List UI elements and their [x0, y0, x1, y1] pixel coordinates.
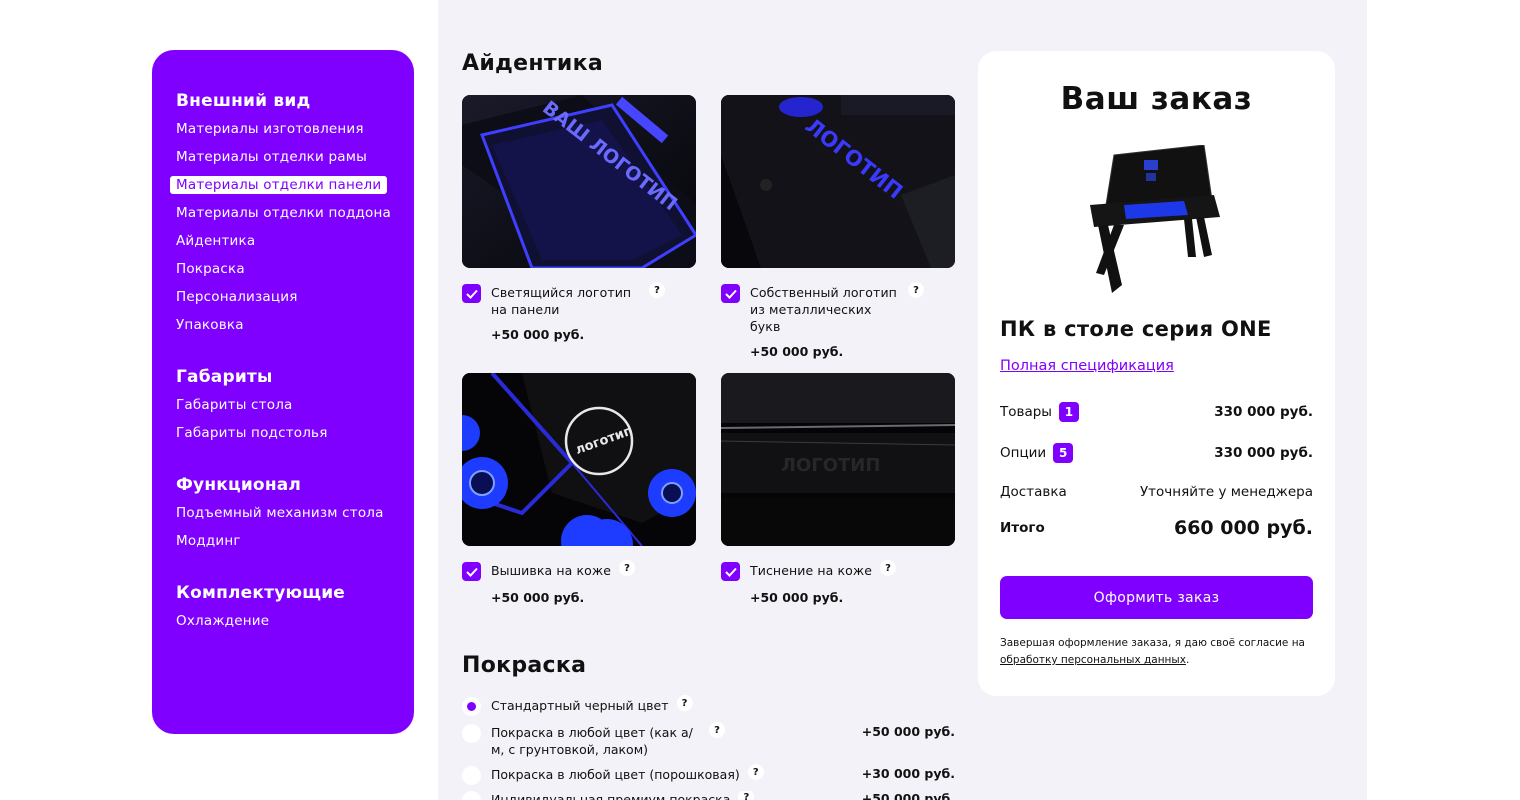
checkbox-embroidery[interactable]	[462, 562, 481, 581]
order-title: Ваш заказ	[1060, 81, 1253, 117]
help-icon[interactable]: ?	[738, 791, 755, 800]
total-label: Итого	[1000, 520, 1045, 536]
order-line-goods: Товары 1 330 000 руб.	[1000, 402, 1313, 422]
goods-price: 330 000 руб.	[1214, 404, 1313, 420]
paint-option-price: +50 000 руб.	[861, 791, 955, 800]
sidebar-heading[interactable]: Комплектующие	[176, 582, 414, 612]
sidebar-item-table-dimensions[interactable]: Габариты стола	[176, 396, 414, 424]
option-label: Вышивка на коже	[491, 563, 612, 578]
help-icon[interactable]: ?	[619, 560, 636, 576]
place-order-button[interactable]: Оформить заказ	[1000, 576, 1313, 619]
consent-text: Завершая оформление заказа, я даю своё с…	[1000, 635, 1313, 669]
sidebar-heading[interactable]: Габариты	[176, 366, 414, 396]
help-icon[interactable]: ?	[880, 560, 897, 576]
paint-option-label: Покраска в любой цвет (порошковая)	[491, 767, 740, 782]
sidebar-item-lift-mechanism[interactable]: Подъемный механизм стола	[176, 504, 414, 532]
sidebar-section-components: Комплектующие Охлаждение	[176, 582, 414, 640]
consent-prefix: Завершая оформление заказа, я даю своё с…	[1000, 637, 1305, 649]
checkbox-embossing[interactable]	[721, 562, 740, 581]
sidebar-item-frame-finish[interactable]: Материалы отделки рамы	[176, 148, 414, 176]
sidebar-heading[interactable]: Функционал	[176, 474, 414, 504]
total-price: 660 000 руб.	[1173, 517, 1313, 539]
paint-option-label: Индивидуальная премиум покраска	[491, 792, 731, 800]
help-icon[interactable]: ?	[709, 722, 725, 738]
sidebar-item-paint[interactable]: Покраска	[176, 260, 414, 288]
section-title-identity: Айдентика	[462, 51, 603, 76]
option-price: +50 000 руб.	[750, 344, 844, 359]
radio-powder-paint[interactable]	[462, 766, 481, 785]
product-image	[1084, 144, 1224, 295]
sidebar-item-personalization[interactable]: Персонализация	[176, 288, 414, 316]
option-image: ЛОГОТИП	[721, 95, 955, 268]
option-price: +50 000 руб.	[491, 327, 585, 342]
option-image: ЛОГОТИП	[721, 373, 955, 546]
order-line-total: Итого 660 000 руб.	[1000, 517, 1313, 539]
product-name: ПК в столе серия ONE	[1000, 317, 1272, 341]
option-card-metal-logo: ЛОГОТИП Собственный логотип из металличе…	[721, 95, 955, 359]
options-count-badge: 5	[1053, 443, 1074, 463]
option-price: +50 000 руб.	[491, 590, 585, 605]
paint-option-label: Покраска в любой цвет (как а/м, с грунто…	[491, 725, 693, 757]
sidebar-item-base-dimensions[interactable]: Габариты подстолья	[176, 424, 414, 452]
section-title-paint: Покраска	[462, 653, 587, 678]
radio-premium-paint[interactable]	[462, 791, 481, 800]
help-icon[interactable]: ?	[908, 282, 924, 298]
option-image: логотип	[462, 373, 696, 546]
option-image: ВАШ ЛОГОТИП	[462, 95, 696, 268]
option-label: Собственный логотип из металлических бук…	[750, 285, 897, 334]
radio-standard-black[interactable]	[462, 697, 481, 716]
radio-car-paint[interactable]	[462, 724, 481, 743]
sidebar-item-packaging[interactable]: Упаковка	[176, 316, 414, 344]
delivery-value: Уточняйте у менеджера	[1139, 484, 1313, 500]
paint-option-label: Стандартный черный цвет	[491, 698, 669, 713]
options-price: 330 000 руб.	[1214, 445, 1313, 461]
sidebar-section-appearance: Внешний вид Материалы изготовления Матер…	[170, 90, 414, 344]
paint-option-price: +50 000 руб.	[861, 724, 955, 739]
goods-count-badge: 1	[1058, 402, 1079, 422]
option-card-embossing: ЛОГОТИП Тиснение на коже ? +50 000 руб.	[721, 373, 955, 605]
order-line-delivery: Доставка Уточняйте у менеджера	[1000, 484, 1313, 500]
personal-data-link[interactable]: обработку персональных данных	[1000, 654, 1186, 666]
order-line-options: Опции 5 330 000 руб.	[1000, 443, 1313, 463]
consent-suffix: .	[1185, 654, 1190, 666]
sidebar-item-materials[interactable]: Материалы изготовления	[176, 120, 414, 148]
sidebar-item-panel-finish[interactable]: Материалы отделки панели	[170, 176, 414, 204]
logo-image-text: ЛОГОТИП	[781, 455, 880, 476]
sidebar-section-functional: Функционал Подъемный механизм стола Модд…	[176, 474, 414, 560]
goods-label: Товары	[1000, 404, 1052, 420]
sidebar-heading[interactable]: Внешний вид	[176, 90, 414, 120]
option-card-glowing-logo: ВАШ ЛОГОТИП Светящийся логотип на панели…	[462, 95, 696, 342]
sidebar-item-cooling[interactable]: Охлаждение	[176, 612, 414, 640]
help-icon[interactable]: ?	[649, 282, 665, 298]
help-icon[interactable]: ?	[676, 695, 693, 711]
sidebar-item-identity[interactable]: Айдентика	[176, 232, 414, 260]
checkbox-glowing-logo[interactable]	[462, 284, 481, 303]
paint-option[interactable]: Покраска в любой цвет (порошковая) ? +30…	[462, 764, 955, 785]
paint-option[interactable]: Стандартный черный цвет ?	[462, 695, 955, 716]
option-card-embroidery: логотип Вышивка на коже ? +50 000 руб.	[462, 373, 696, 605]
order-summary: Ваш заказ ПК в столе серия ONE Полная сп…	[978, 51, 1335, 696]
paint-option[interactable]: Покраска в любой цвет (как а/м, с грунто…	[462, 722, 955, 758]
delivery-label: Доставка	[1000, 484, 1067, 500]
option-label: Светящийся логотип на панели	[491, 285, 632, 317]
options-label: Опции	[1000, 445, 1047, 461]
checkbox-metal-logo[interactable]	[721, 284, 740, 303]
option-price: +50 000 руб.	[750, 590, 844, 605]
help-icon[interactable]: ?	[747, 764, 764, 780]
sidebar-item-modding[interactable]: Моддинг	[176, 532, 414, 560]
paint-option-price: +30 000 руб.	[861, 766, 955, 781]
sidebar-item-tray-finish[interactable]: Материалы отделки поддона	[176, 204, 414, 232]
sidebar: Внешний вид Материалы изготовления Матер…	[152, 50, 414, 734]
option-label: Тиснение на коже	[750, 563, 873, 578]
full-spec-link[interactable]: Полная спецификация	[1000, 358, 1174, 374]
paint-option[interactable]: Индивидуальная премиум покраска ? +50 00…	[462, 791, 955, 800]
sidebar-section-dimensions: Габариты Габариты стола Габариты подстол…	[176, 366, 414, 452]
